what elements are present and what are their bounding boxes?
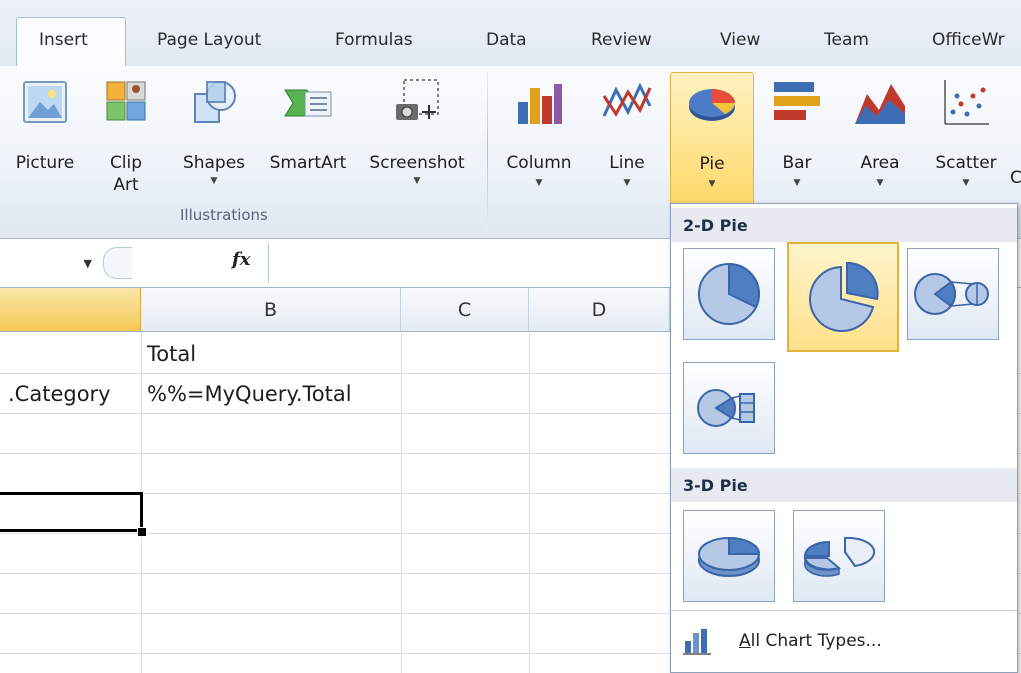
scatter-chart-button[interactable]: Scatter ▼ <box>924 72 1008 198</box>
column-chart-icon <box>518 84 562 124</box>
group-separator <box>487 72 488 232</box>
exploded-pie-2d-icon <box>809 261 879 332</box>
shapes-button[interactable]: Shapes ▼ <box>172 72 256 198</box>
scatter-chart-icon <box>944 80 989 125</box>
clip-art-label-line2: Art <box>113 175 139 195</box>
pie-chart-dropdown-menu: 2-D Pie 3-D Pie All Chart Types... <box>670 203 1018 673</box>
line-chart-button[interactable]: Line ▼ <box>588 72 666 198</box>
cell-b2[interactable]: %%=MyQuery.Total <box>147 382 352 406</box>
column-header-c[interactable]: C <box>401 288 529 332</box>
tab-data[interactable]: Data <box>486 30 527 50</box>
area-chart-button[interactable]: Area ▼ <box>840 72 920 198</box>
clip-art-icon <box>106 81 146 121</box>
all-chart-types-label: All Chart Types... <box>739 631 882 651</box>
gallery-item-pie[interactable] <box>683 248 775 340</box>
area-chart-icon <box>855 84 905 124</box>
scatter-label: Scatter <box>935 153 997 173</box>
pie-chart-icon <box>689 89 735 121</box>
illustrations-group-label: Illustrations <box>180 206 268 224</box>
bar-dropdown-arrow-icon: ▼ <box>793 178 801 188</box>
clip-art-button[interactable]: Clip Art <box>96 72 156 198</box>
gallery-item-exploded-pie[interactable] <box>787 242 899 352</box>
picture-icon <box>23 81 67 123</box>
ribbon-tab-bar: Insert Page Layout Formulas Data Review … <box>0 0 1021 67</box>
pie-chart-button[interactable]: Pie ▼ <box>670 72 754 206</box>
column-dropdown-arrow-icon: ▼ <box>535 178 543 188</box>
column-header-a[interactable] <box>0 288 141 332</box>
line-label: Line <box>609 153 645 173</box>
shapes-label: Shapes <box>182 153 246 173</box>
pie-dropdown-arrow-icon: ▼ <box>708 179 716 189</box>
grid-column-line <box>401 332 402 673</box>
section-header-2d-pie: 2-D Pie <box>671 208 1017 242</box>
grid-column-line <box>529 332 530 673</box>
column-label: Column <box>506 153 572 173</box>
screenshot-button[interactable]: Screenshot ▼ <box>358 72 476 198</box>
gallery-item-exploded-3d-pie[interactable] <box>793 510 885 602</box>
gallery-item-pie-of-pie[interactable] <box>907 248 999 340</box>
tab-team[interactable]: Team <box>824 30 869 50</box>
bar-chart-icon <box>774 82 820 120</box>
shapes-dropdown-arrow-icon: ▼ <box>210 176 218 186</box>
gallery-item-bar-of-pie[interactable] <box>683 362 775 454</box>
column-header-d[interactable]: D <box>529 288 670 332</box>
area-label: Area <box>860 153 900 173</box>
gallery-item-3d-pie[interactable] <box>683 510 775 602</box>
tab-formulas[interactable]: Formulas <box>335 30 413 50</box>
area-dropdown-arrow-icon: ▼ <box>876 178 884 188</box>
all-chart-types-menu-item[interactable]: All Chart Types... <box>671 610 1017 673</box>
pie-of-pie-icon <box>914 273 989 315</box>
cutoff-button-label: C <box>1010 168 1021 188</box>
all-chart-types-icon <box>683 629 711 655</box>
exploded-pie-3d-icon <box>803 536 876 577</box>
line-dropdown-arrow-icon: ▼ <box>623 178 631 188</box>
smartart-button[interactable]: SmartArt <box>260 72 356 198</box>
screenshot-dropdown-arrow-icon: ▼ <box>413 176 421 186</box>
tab-page-layout[interactable]: Page Layout <box>157 30 261 50</box>
section-header-3d-pie: 3-D Pie <box>671 468 1017 502</box>
name-box[interactable]: ▼ <box>0 245 102 281</box>
bar-label: Bar <box>782 153 812 173</box>
tab-insert[interactable]: Insert <box>16 17 126 67</box>
smartart-label: SmartArt <box>269 153 347 173</box>
pie-3d-icon <box>698 536 761 577</box>
clip-art-label-line1: Clip <box>109 153 143 173</box>
column-header-b[interactable]: B <box>141 288 401 332</box>
insert-function-fx-icon[interactable]: fx <box>232 249 250 270</box>
pie-2d-icon <box>698 262 760 325</box>
tab-officewriter[interactable]: OfficeWr <box>932 30 1005 50</box>
line-chart-icon <box>602 82 652 117</box>
formula-bar-splitter[interactable] <box>103 247 132 279</box>
fill-handle[interactable] <box>137 527 147 537</box>
name-box-dropdown-icon[interactable]: ▼ <box>84 257 92 270</box>
scatter-dropdown-arrow-icon: ▼ <box>962 178 970 188</box>
picture-label: Picture <box>15 153 75 173</box>
tab-view[interactable]: View <box>720 30 760 50</box>
screenshot-label: Screenshot <box>369 153 465 173</box>
picture-button[interactable]: Picture <box>4 72 86 198</box>
pie-label: Pie <box>699 154 725 174</box>
shapes-icon <box>194 81 236 123</box>
cell-a2[interactable]: .Category <box>8 382 111 406</box>
screenshot-icon <box>396 79 439 120</box>
bar-of-pie-icon <box>697 389 755 427</box>
cell-b1[interactable]: Total <box>147 342 196 366</box>
column-chart-button[interactable]: Column ▼ <box>496 72 582 198</box>
active-cell-selection[interactable] <box>0 492 143 532</box>
smartart-icon <box>284 89 332 117</box>
tab-review[interactable]: Review <box>591 30 652 50</box>
bar-chart-button[interactable]: Bar ▼ <box>758 72 836 198</box>
